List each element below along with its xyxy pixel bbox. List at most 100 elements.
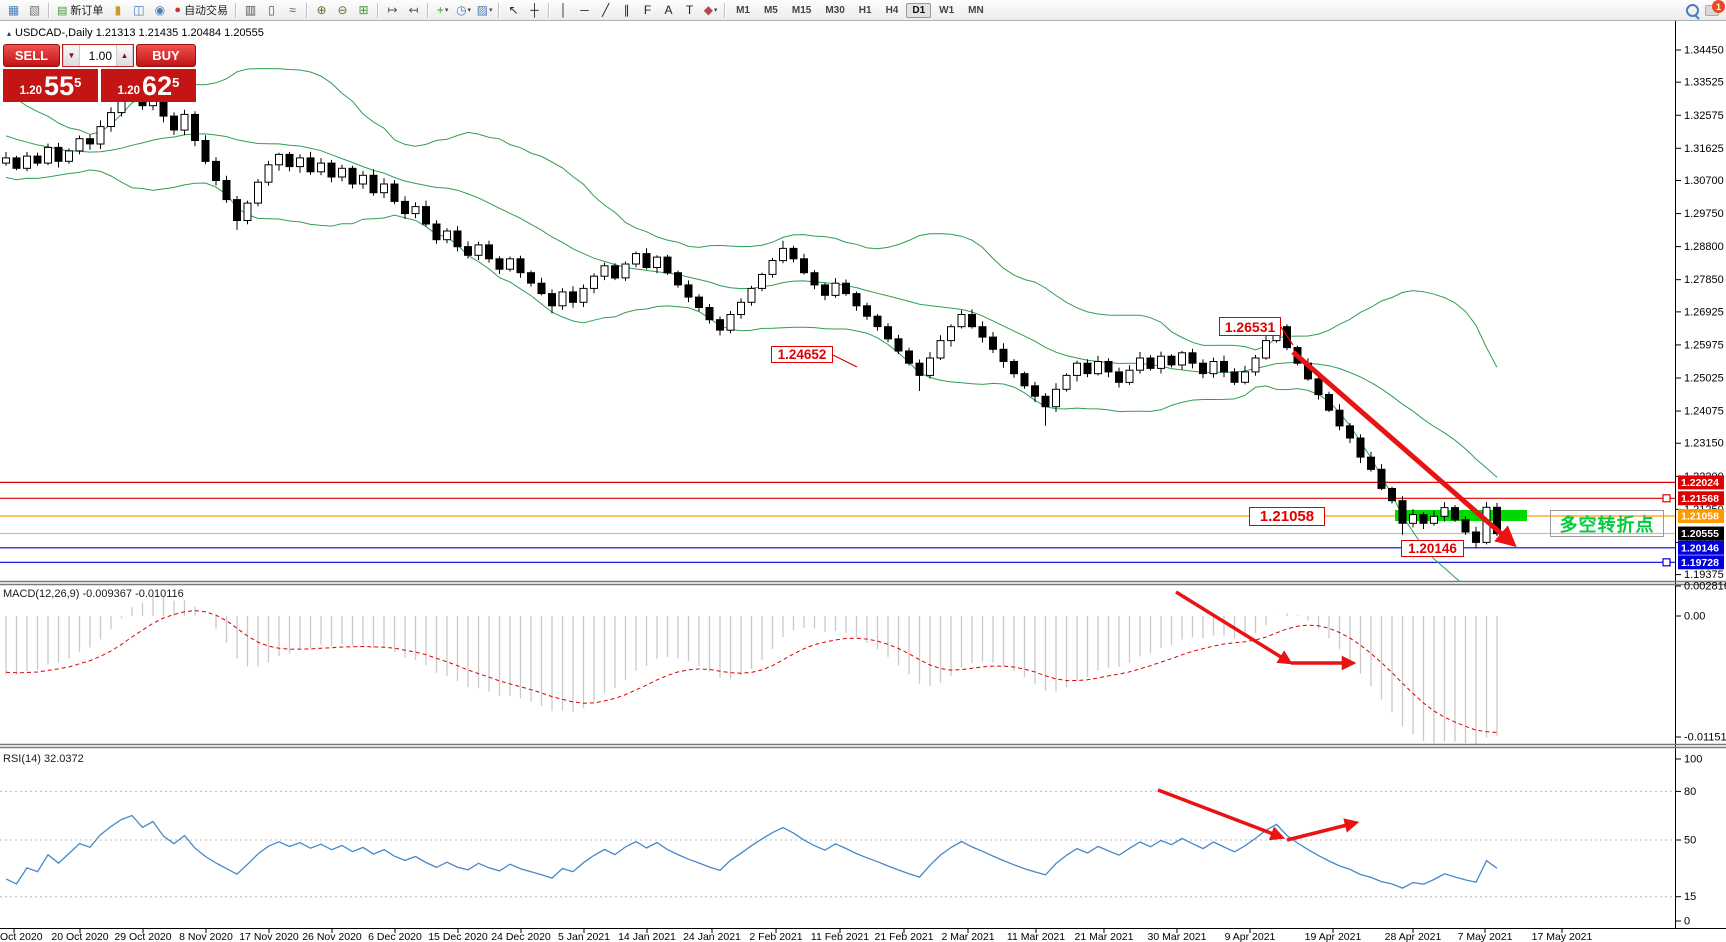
date-label: 26 Nov 2020 <box>302 931 362 942</box>
candle-body <box>1399 501 1406 524</box>
data-window-icon[interactable]: ◫ <box>128 2 149 19</box>
templates-icon[interactable]: ▨▾ <box>474 2 495 19</box>
search-icon[interactable] <box>1686 4 1699 17</box>
chart-profiles-icon: ▧ <box>29 4 40 16</box>
indicators-icon[interactable]: +▾ <box>432 2 453 19</box>
cursor-icon[interactable]: ↖ <box>503 2 524 19</box>
new-chart-icon: ▦ <box>8 4 19 16</box>
candle-body <box>1042 396 1049 406</box>
trendline-icon[interactable]: ╱ <box>595 2 616 19</box>
candle-body <box>286 154 293 166</box>
candle-body <box>328 163 335 177</box>
volume-increase-button[interactable]: ▲ <box>116 45 133 66</box>
date-label: 8 Nov 2020 <box>179 931 233 942</box>
candle-body <box>1032 386 1039 396</box>
candle-body <box>97 127 104 144</box>
candle-body <box>1168 356 1175 365</box>
price-marker-text: 1.19728 <box>1681 557 1719 569</box>
candle-body <box>1116 372 1123 382</box>
tile-windows-icon[interactable]: ⊞ <box>353 2 374 19</box>
volume-stepper: ▼ 1.00 ▲ <box>62 44 134 67</box>
candle-body <box>475 245 482 255</box>
line-chart-icon[interactable]: ≈ <box>282 2 303 19</box>
chart-profiles-icon[interactable]: ▧ <box>24 2 45 19</box>
candle-body <box>255 182 262 203</box>
fibonacci-icon[interactable]: F <box>637 2 658 19</box>
line-handle[interactable] <box>1663 495 1670 502</box>
timeframe-m15[interactable]: M15 <box>786 3 817 18</box>
rsi-down-arrow[interactable] <box>1158 790 1281 837</box>
candle-body <box>1336 410 1343 426</box>
text-icon: A <box>665 4 673 16</box>
macd-panel <box>6 596 1497 745</box>
autotrade-button[interactable]: ●自动交易 <box>170 2 232 19</box>
zoom-in-icon[interactable]: ⊕ <box>311 2 332 19</box>
timeframe-d1[interactable]: D1 <box>906 3 931 18</box>
timeframe-m5[interactable]: M5 <box>758 3 784 18</box>
candle-body <box>570 292 577 302</box>
candle-body <box>1368 457 1375 469</box>
volume-input[interactable]: 1.00 <box>80 45 116 66</box>
signals-icon[interactable]: ◉ <box>149 2 170 19</box>
timeframe-h1[interactable]: H1 <box>853 3 878 18</box>
timeframe-mn[interactable]: MN <box>962 3 990 18</box>
zoom-out-icon[interactable]: ⊖ <box>332 2 353 19</box>
sell-button[interactable]: SELL <box>3 44 60 67</box>
candle-body <box>843 283 850 293</box>
text-icon[interactable]: A <box>658 2 679 19</box>
new-chart-icon[interactable]: ▦ <box>3 2 24 19</box>
periods-icon[interactable]: ◷▾ <box>453 2 474 19</box>
candle-body <box>76 139 83 151</box>
arrows-tool-icon[interactable]: ◆▾ <box>700 2 721 19</box>
candle-body <box>643 254 650 268</box>
equidistant-channel-icon[interactable]: ∥ <box>616 2 637 19</box>
toolbar-separator <box>235 3 237 18</box>
candle-body <box>958 315 965 327</box>
crosshair-icon[interactable]: ┼ <box>524 2 545 19</box>
volume-decrease-button[interactable]: ▼ <box>63 45 80 66</box>
text-label-icon[interactable]: T <box>679 2 700 19</box>
annotation-support-level[interactable]: 1.21058 <box>1249 507 1325 526</box>
candle-body <box>3 158 10 163</box>
auto-scroll-icon[interactable]: ↦ <box>382 2 403 19</box>
rsi-up-arrow[interactable] <box>1287 823 1355 840</box>
candle-body <box>1011 362 1018 374</box>
candle-body <box>1210 362 1217 374</box>
candle-body <box>402 201 409 213</box>
candle-body <box>580 288 587 302</box>
chart-shift-icon[interactable]: ↤ <box>403 2 424 19</box>
candle-body <box>706 308 713 320</box>
horizontal-line-icon[interactable]: ─ <box>574 2 595 19</box>
rsi-line <box>6 816 1497 889</box>
timeframe-m1[interactable]: M1 <box>730 3 756 18</box>
timeframe-w1[interactable]: W1 <box>933 3 960 18</box>
buy-price[interactable]: 1.20 62 5 <box>101 69 196 102</box>
candle-body <box>1357 438 1364 457</box>
sell-price[interactable]: 1.20 55 5 <box>3 69 98 102</box>
annotation-may-low[interactable]: 1.20146 <box>1401 540 1464 557</box>
candle-body <box>265 165 272 182</box>
date-label: 21 Mar 2021 <box>1075 931 1134 942</box>
toolbar-separator <box>306 3 308 18</box>
vertical-line-icon[interactable]: │ <box>553 2 574 19</box>
new-order-button[interactable]: ▤新订单 <box>53 2 107 19</box>
line-handle[interactable] <box>1663 559 1670 566</box>
price-tick-label: 1.33525 <box>1684 77 1724 89</box>
candle-body <box>370 175 377 192</box>
candle-body <box>339 168 346 177</box>
macd-indicator-label: MACD(12,26,9) -0.009367 -0.010116 <box>3 588 184 600</box>
timeframe-h4[interactable]: H4 <box>880 3 905 18</box>
market-watch-icon[interactable]: ▮ <box>107 2 128 19</box>
annotation-feb-low[interactable]: 1.24652 <box>771 346 833 363</box>
candle-body <box>517 259 524 273</box>
buy-button[interactable]: BUY <box>136 44 196 67</box>
notification-icon[interactable]: 1 <box>1705 3 1721 17</box>
annotation-swing-high[interactable]: 1.26531 <box>1219 317 1281 336</box>
candle-body <box>528 273 535 283</box>
timeframe-m30[interactable]: M30 <box>819 3 850 18</box>
turning-point-label[interactable]: 多空转折点 <box>1550 510 1664 537</box>
candle-body <box>1347 426 1354 438</box>
bar-chart-icon[interactable]: ▥ <box>240 2 261 19</box>
candlestick-chart-icon[interactable]: ▯ <box>261 2 282 19</box>
chart-canvas[interactable]: 1.344501.335251.325751.316251.307001.297… <box>0 0 1726 942</box>
